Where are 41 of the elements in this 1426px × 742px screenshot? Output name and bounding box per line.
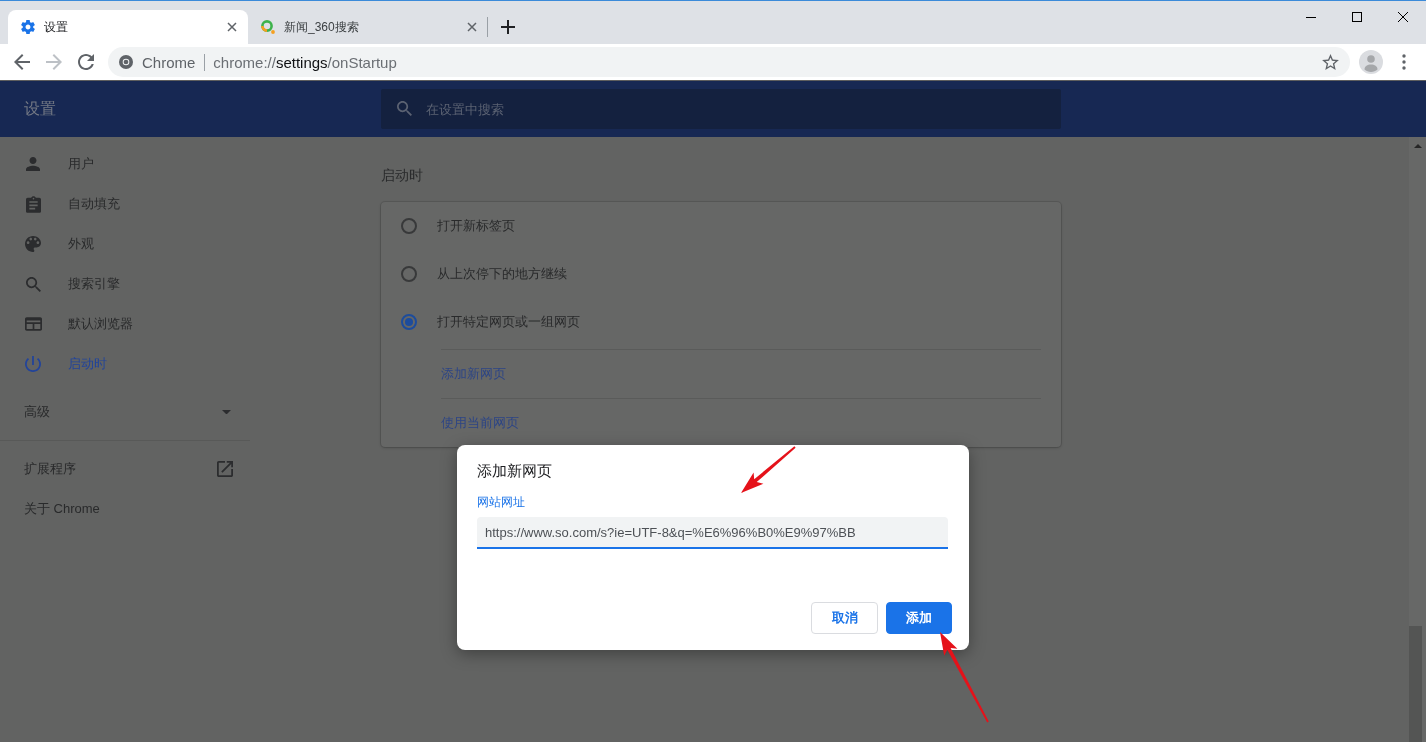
- close-icon[interactable]: [1398, 12, 1408, 22]
- clipboard-icon: [25, 195, 41, 213]
- cancel-button[interactable]: 取消: [811, 602, 878, 634]
- confirm-button[interactable]: 添加: [886, 602, 952, 634]
- close-icon[interactable]: [227, 22, 237, 32]
- back-arrow-icon[interactable]: [14, 54, 30, 70]
- star-icon[interactable]: [1322, 54, 1339, 70]
- radio-button[interactable]: [401, 266, 417, 282]
- settings-title: 设置: [24, 99, 56, 117]
- origin-label: Chrome: [142, 53, 196, 71]
- person-icon: [26, 157, 40, 171]
- menu-icon[interactable]: [1402, 54, 1406, 70]
- search-icon: [25, 276, 41, 292]
- url-text: chrome://settings/onStartup: [213, 53, 397, 71]
- gear-icon: [21, 20, 35, 34]
- browser-tab[interactable]: 设置: [8, 10, 248, 44]
- scroll-up-icon[interactable]: [1413, 144, 1422, 148]
- browser-tab[interactable]: 新闻_360搜索: [248, 10, 488, 44]
- ring-icon: [261, 20, 275, 34]
- field-label: 网站网址: [477, 494, 525, 510]
- external-link-icon: [217, 461, 233, 477]
- minimize-icon[interactable]: [1306, 16, 1316, 18]
- browser-logo-icon: [119, 55, 133, 69]
- scrollbar-track[interactable]: [1409, 137, 1426, 742]
- plus-icon[interactable]: [501, 20, 515, 34]
- sidebar-item[interactable]: 启动时: [0, 344, 250, 384]
- radio-button[interactable]: [401, 218, 417, 234]
- browser-window-icon: [24, 317, 42, 331]
- palette-icon: [25, 236, 41, 252]
- search-field[interactable]: 在设置中搜索: [381, 89, 1061, 129]
- radio-button[interactable]: [401, 314, 417, 330]
- power-icon: [25, 356, 41, 372]
- annotation-arrow: [741, 446, 796, 493]
- search-icon: [397, 101, 412, 116]
- url-input[interactable]: https://www.so.com/s?ie=UTF-8&q=%E6%96%B0%E9%97%BB: [477, 517, 948, 549]
- maximize-icon[interactable]: [1352, 12, 1362, 22]
- dialog-title: 添加新网页: [477, 461, 552, 481]
- radio-label[interactable]: 从上次停下的地方继续: [437, 265, 567, 283]
- reload-icon[interactable]: [78, 54, 94, 70]
- address-bar[interactable]: Chrome chrome://settings/onStartup: [108, 47, 1350, 77]
- radio-label[interactable]: 打开新标签页: [437, 217, 515, 235]
